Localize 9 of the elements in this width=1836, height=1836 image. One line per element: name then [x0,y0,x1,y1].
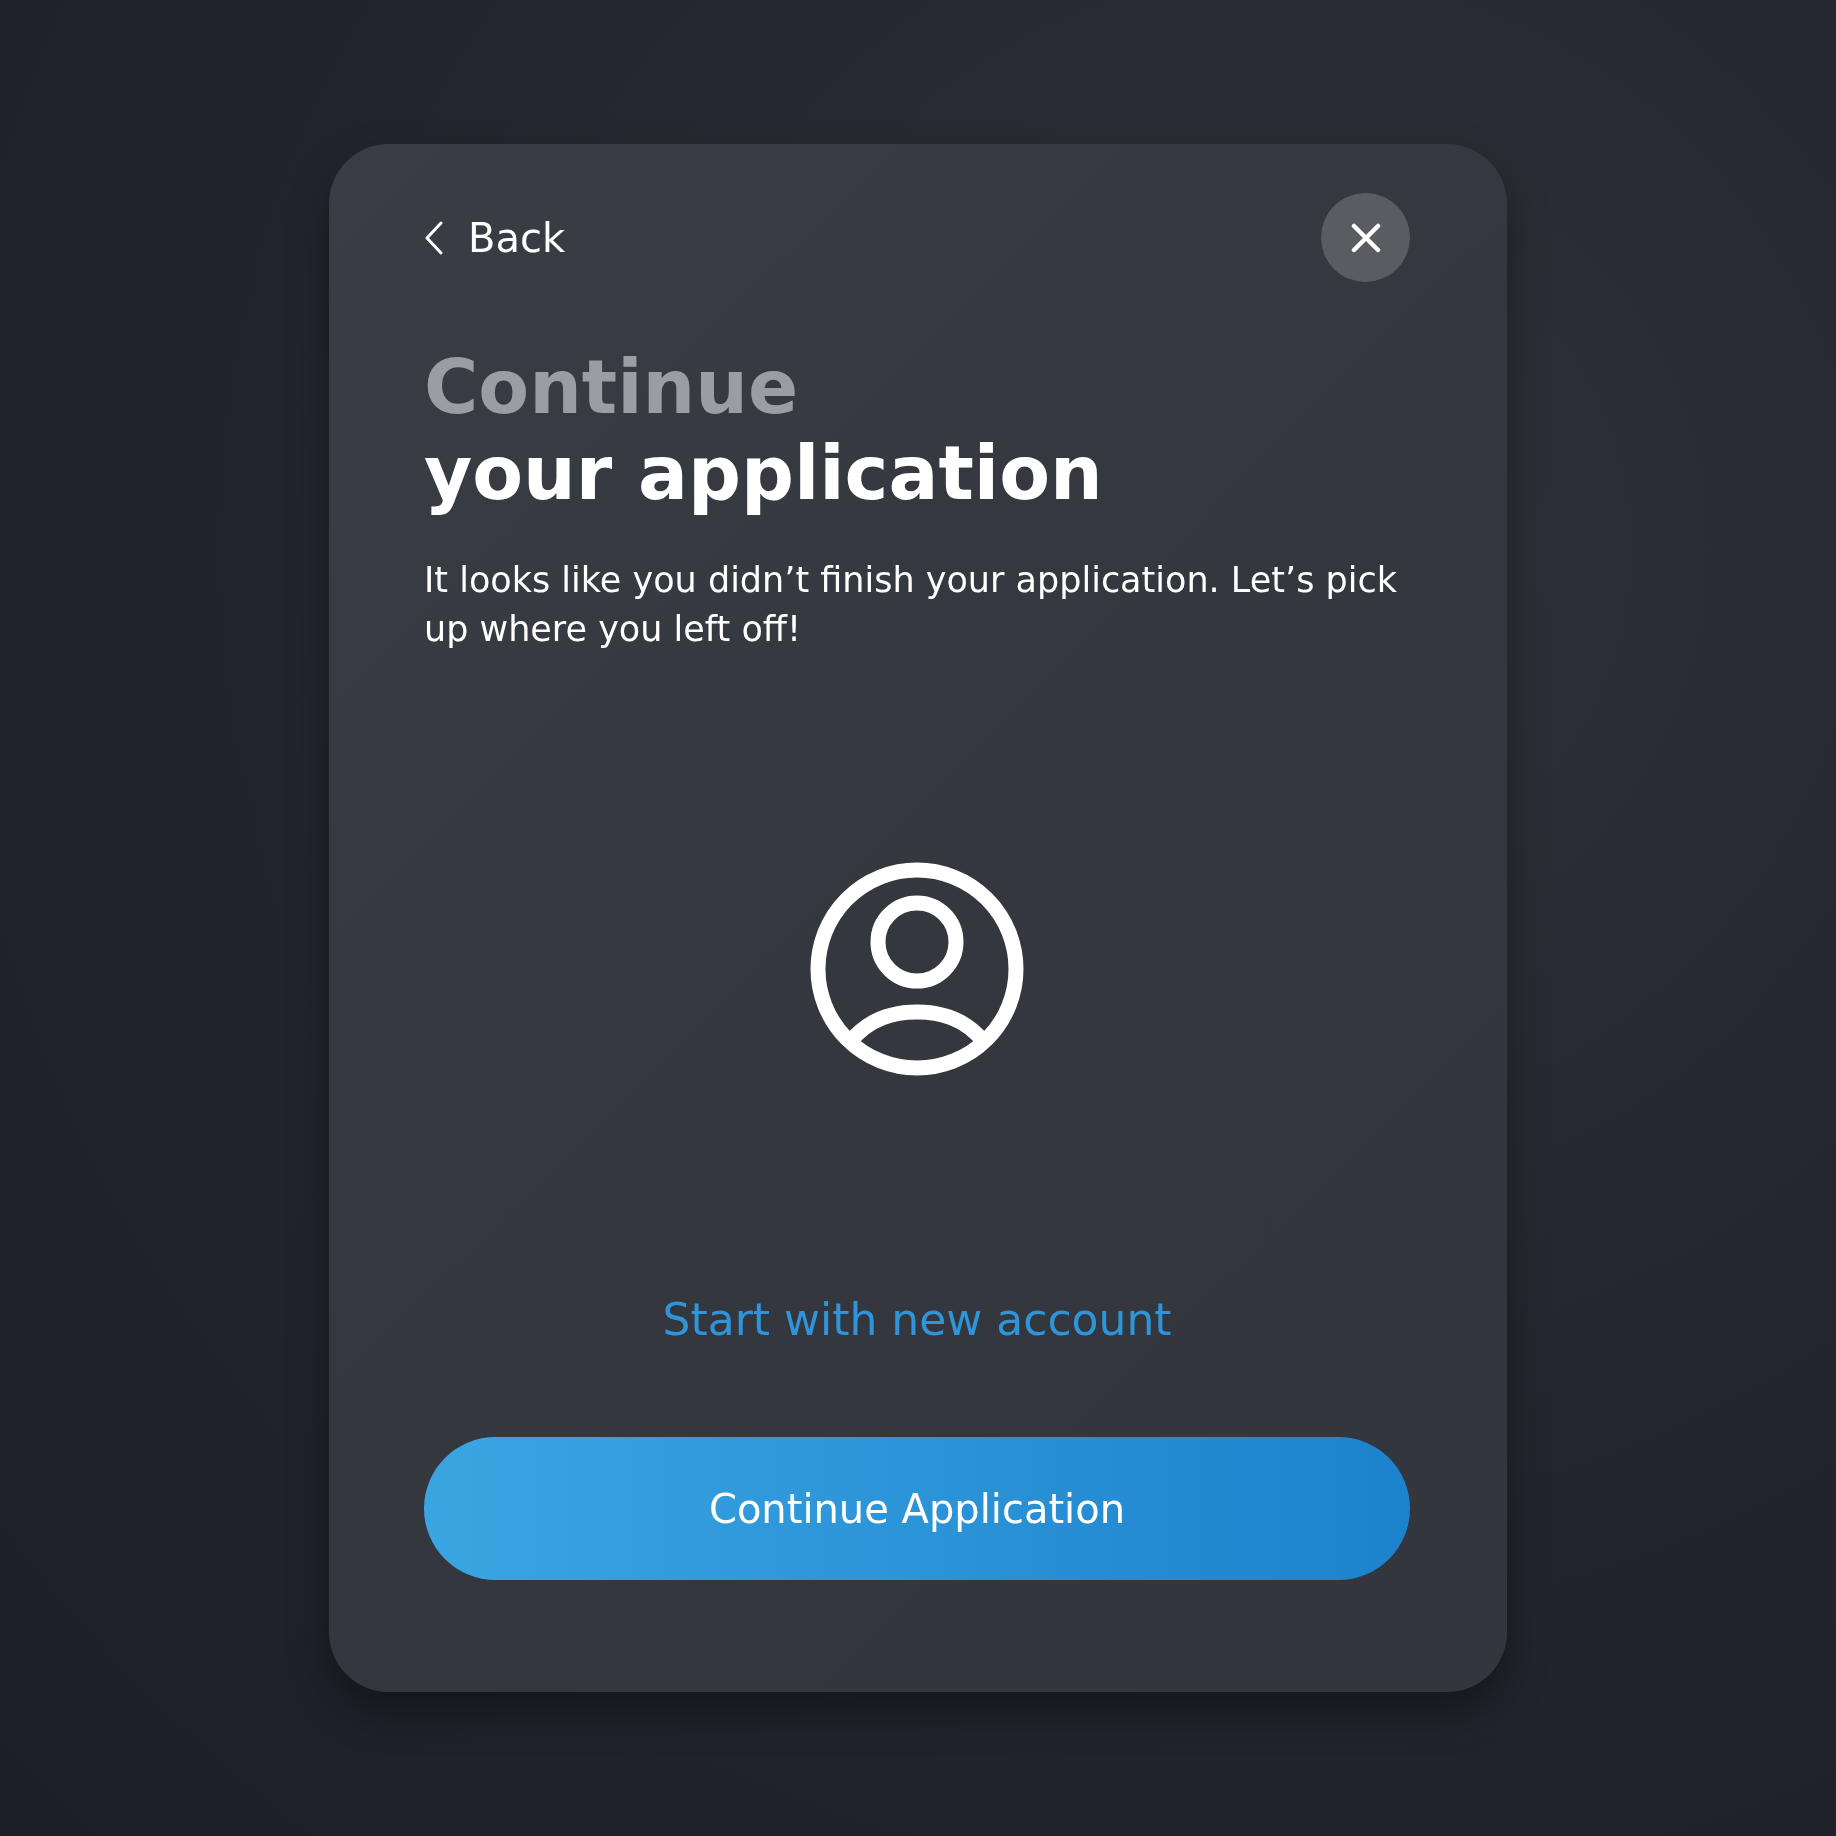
user-avatar-icon [810,862,1024,1076]
back-link[interactable]: Back [424,214,566,261]
title-lead: Continue [424,344,800,430]
chevron-left-icon [424,220,444,255]
new-account-link[interactable]: Start with new account [662,1294,1172,1345]
title: your application [424,430,1104,516]
message-text: It looks like you didn’t finish your application. Let’s pick up where you left off! [424,559,1398,651]
continue-application-button[interactable]: Continue Application [424,1437,1410,1580]
close-icon [1350,222,1381,253]
